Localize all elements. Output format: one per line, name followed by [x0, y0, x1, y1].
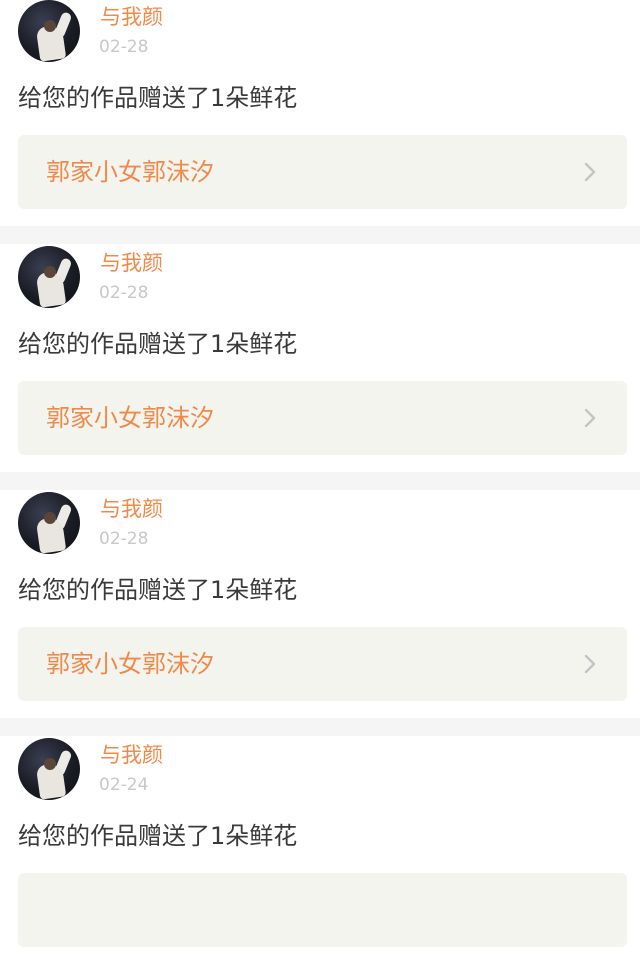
notification-message: 给您的作品赠送了1朵鲜花 [18, 84, 298, 112]
notification-card: 与我颜 02-28 给您的作品赠送了1朵鲜花 郭家小女郭沫汐 [0, 490, 640, 718]
work-link-card[interactable]: 郭家小女郭沫汐 [18, 381, 627, 455]
chevron-right-icon [584, 408, 596, 428]
notification-date: 02-28 [99, 529, 149, 549]
username[interactable]: 与我颜 [100, 250, 163, 276]
notification-date: 02-24 [99, 775, 149, 795]
notification-message: 给您的作品赠送了1朵鲜花 [18, 330, 298, 358]
work-link-card[interactable]: 郭家小女郭沫汐 [18, 135, 627, 209]
avatar[interactable] [18, 492, 80, 554]
avatar[interactable] [18, 0, 80, 62]
work-link-card[interactable] [18, 873, 627, 947]
work-link-card[interactable]: 郭家小女郭沫汐 [18, 627, 627, 701]
username[interactable]: 与我颜 [100, 742, 163, 768]
avatar[interactable] [18, 738, 80, 800]
notification-card: 与我颜 02-24 给您的作品赠送了1朵鲜花 [0, 736, 640, 964]
notification-message: 给您的作品赠送了1朵鲜花 [18, 576, 298, 604]
username[interactable]: 与我颜 [100, 496, 163, 522]
notification-date: 02-28 [99, 37, 149, 57]
avatar[interactable] [18, 246, 80, 308]
separator [0, 226, 640, 244]
notification-date: 02-28 [99, 283, 149, 303]
work-title: 郭家小女郭沫汐 [46, 404, 214, 432]
work-title: 郭家小女郭沫汐 [46, 650, 214, 678]
work-title: 郭家小女郭沫汐 [46, 158, 214, 186]
notification-card: 与我颜 02-28 给您的作品赠送了1朵鲜花 郭家小女郭沫汐 [0, 0, 640, 226]
username[interactable]: 与我颜 [100, 4, 163, 30]
notification-feed: 与我颜 02-28 给您的作品赠送了1朵鲜花 郭家小女郭沫汐 与我颜 02-28… [0, 0, 640, 964]
notification-card: 与我颜 02-28 给您的作品赠送了1朵鲜花 郭家小女郭沫汐 [0, 244, 640, 472]
separator [0, 718, 640, 736]
notification-message: 给您的作品赠送了1朵鲜花 [18, 822, 298, 850]
chevron-right-icon [584, 162, 596, 182]
chevron-right-icon [584, 654, 596, 674]
separator [0, 472, 640, 490]
